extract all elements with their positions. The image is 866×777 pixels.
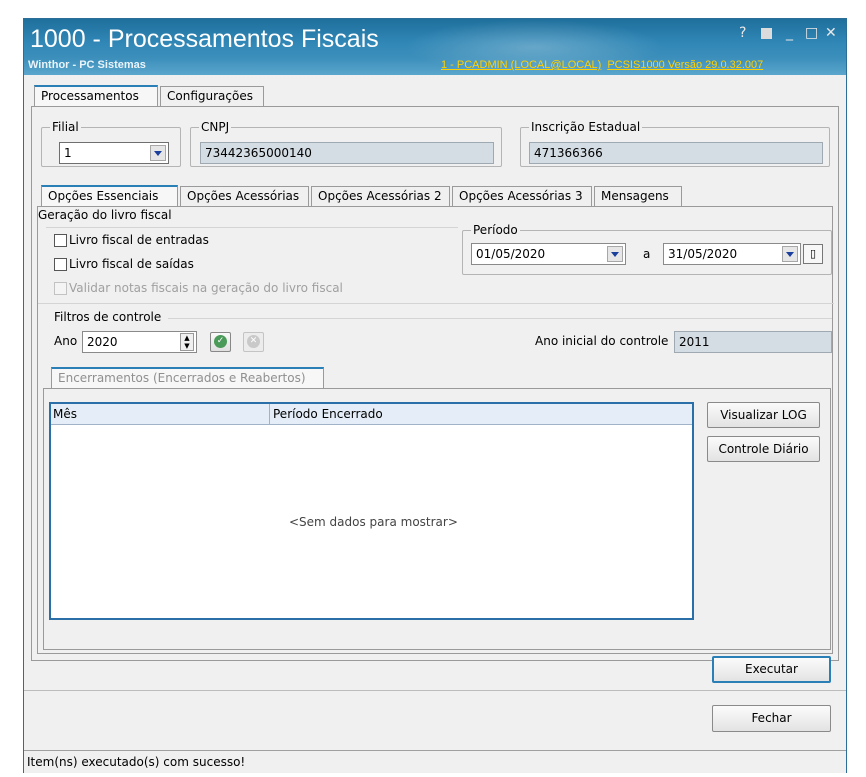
session-info: 1 - PCADMIN (LOCAL@LOCAL) PCSIS1000 Versã…	[441, 59, 763, 71]
inscricao-field: 471366366	[529, 142, 823, 164]
minimize-icon[interactable]: _	[786, 25, 793, 41]
maximize-icon[interactable]: □	[805, 25, 818, 41]
window-title: 1000 - Processamentos Fiscais	[30, 25, 379, 53]
opcoes-essenciais-panel: Geração do livro fiscal Livro fiscal de …	[37, 206, 834, 654]
main-window: 1000 - Processamentos Fiscais Winthor - …	[23, 18, 847, 773]
column-divider	[269, 404, 270, 424]
tab-opcoes-acessorias[interactable]: Opções Acessórias	[180, 186, 309, 207]
cancel-button[interactable]: ✕	[243, 332, 264, 352]
ano-spinner-icon[interactable]: ▲ ▼	[180, 333, 194, 351]
geracao-label: Geração do livro fiscal	[38, 208, 172, 222]
tab-encerramentos[interactable]: Encerramentos (Encerrados e Reabertos)	[51, 367, 324, 389]
cnpj-value: 73442365000140	[205, 146, 312, 160]
ano-value: 2020	[87, 335, 118, 349]
filial-dropdown-icon[interactable]	[150, 145, 166, 161]
column-header-periodo[interactable]: Período Encerrado	[273, 407, 383, 421]
tab-opcoes-essenciais-label: Opções Essenciais	[48, 189, 159, 203]
tab-opcoes-acessorias-2[interactable]: Opções Acessórias 2	[311, 186, 450, 207]
controle-diario-button[interactable]: Controle Diário	[707, 436, 820, 462]
periodo-end-value: 31/05/2020	[668, 247, 738, 261]
encerramentos-panel: Mês Período Encerrado <Sem dados para mo…	[43, 388, 831, 650]
tab-processamentos[interactable]: Processamentos	[34, 85, 158, 107]
filial-value: 1	[64, 146, 72, 160]
inscricao-value: 471366366	[534, 146, 603, 160]
tab-processamentos-label: Processamentos	[41, 89, 139, 103]
confirm-button[interactable]: ✓	[210, 332, 231, 352]
column-header-mes[interactable]: Mês	[53, 407, 77, 421]
inscricao-label: Inscrição Estadual	[529, 120, 643, 134]
geracao-separator	[46, 227, 458, 228]
cancel-icon: ✕	[247, 335, 260, 348]
filtros-top-separator	[38, 303, 834, 304]
filial-group: Filial 1	[41, 120, 181, 167]
inscricao-group: Inscrição Estadual 471366366	[520, 120, 830, 167]
periodo-start-field[interactable]: 01/05/2020	[471, 243, 626, 265]
processamentos-panel: Filial 1 CNPJ 73442365000140 Inscrição E…	[31, 106, 839, 661]
cnpj-label: CNPJ	[199, 120, 232, 134]
entradas-label: Livro fiscal de entradas	[69, 233, 209, 247]
user-info: 1 - PCADMIN (LOCAL@LOCAL)	[441, 59, 602, 71]
check-icon: ✓	[214, 335, 227, 348]
title-bar[interactable]: 1000 - Processamentos Fiscais Winthor - …	[24, 19, 846, 75]
button-area-separator	[24, 690, 846, 691]
ano-inicial-label: Ano inicial do controle	[535, 334, 669, 348]
entradas-checkbox[interactable]	[54, 234, 67, 247]
validar-checkbox[interactable]	[54, 282, 67, 295]
saidas-checkbox[interactable]	[54, 258, 67, 271]
ano-field[interactable]: 2020 ▲ ▼	[82, 331, 197, 353]
status-text: Item(ns) executado(s) com sucesso!	[27, 755, 246, 769]
tab-opcoes-acessorias-label: Opções Acessórias	[187, 189, 300, 203]
tab-mensagens[interactable]: Mensagens	[594, 186, 682, 207]
table-header: Mês Período Encerrado	[51, 404, 692, 425]
periodo-end-dropdown-icon[interactable]	[782, 246, 798, 262]
periodo-label: Período	[471, 223, 520, 237]
executar-button[interactable]: Executar	[712, 656, 831, 683]
filtros-label: Filtros de controle	[54, 310, 162, 324]
help-icon[interactable]: ?	[739, 25, 746, 41]
tab-encerramentos-label: Encerramentos (Encerrados e Reabertos)	[58, 371, 306, 385]
tab-configuracoes[interactable]: Configurações	[160, 86, 264, 107]
calendar-icon[interactable]: ▯	[803, 244, 823, 264]
empty-message: <Sem dados para mostrar>	[289, 515, 458, 529]
ano-label: Ano	[54, 334, 78, 348]
encerramentos-table[interactable]: Mês Período Encerrado <Sem dados para mo…	[49, 402, 694, 620]
tile-icon[interactable]	[761, 28, 772, 39]
tab-opcoes-acessorias-2-label: Opções Acessórias 2	[318, 189, 442, 203]
saidas-label: Livro fiscal de saídas	[69, 257, 194, 271]
system-version: PCSIS1000 Versão 29.0.32.007	[607, 59, 764, 71]
close-icon[interactable]: ✕	[825, 25, 837, 41]
periodo-group: Período 01/05/2020 a 31/05/2020 ▯	[462, 223, 832, 275]
periodo-separator-label: a	[643, 247, 651, 261]
ano-inicial-field: 2011	[674, 331, 832, 353]
window-subtitle: Winthor - PC Sistemas	[28, 59, 146, 71]
cnpj-group: CNPJ 73442365000140	[190, 120, 502, 167]
status-bar: Item(ns) executado(s) com sucesso!	[24, 750, 846, 773]
tab-mensagens-label: Mensagens	[601, 189, 669, 203]
ano-inicial-value: 2011	[679, 335, 710, 349]
filial-label: Filial	[50, 120, 81, 134]
filial-select[interactable]: 1	[59, 142, 169, 164]
validar-label: Validar notas fiscais na geração do livr…	[69, 281, 343, 295]
tab-opcoes-acessorias-3[interactable]: Opções Acessórias 3	[452, 186, 592, 207]
tab-configuracoes-label: Configurações	[167, 89, 253, 103]
periodo-end-field[interactable]: 31/05/2020	[663, 243, 801, 265]
visualizar-log-button[interactable]: Visualizar LOG	[707, 402, 820, 428]
periodo-start-value: 01/05/2020	[476, 247, 546, 261]
periodo-start-dropdown-icon[interactable]	[607, 246, 623, 262]
cnpj-field: 73442365000140	[200, 142, 494, 164]
tab-opcoes-essenciais[interactable]: Opções Essenciais	[41, 185, 178, 207]
tab-opcoes-acessorias-3-label: Opções Acessórias 3	[459, 189, 583, 203]
fechar-button[interactable]: Fechar	[712, 705, 831, 732]
filtros-separator	[168, 318, 832, 319]
